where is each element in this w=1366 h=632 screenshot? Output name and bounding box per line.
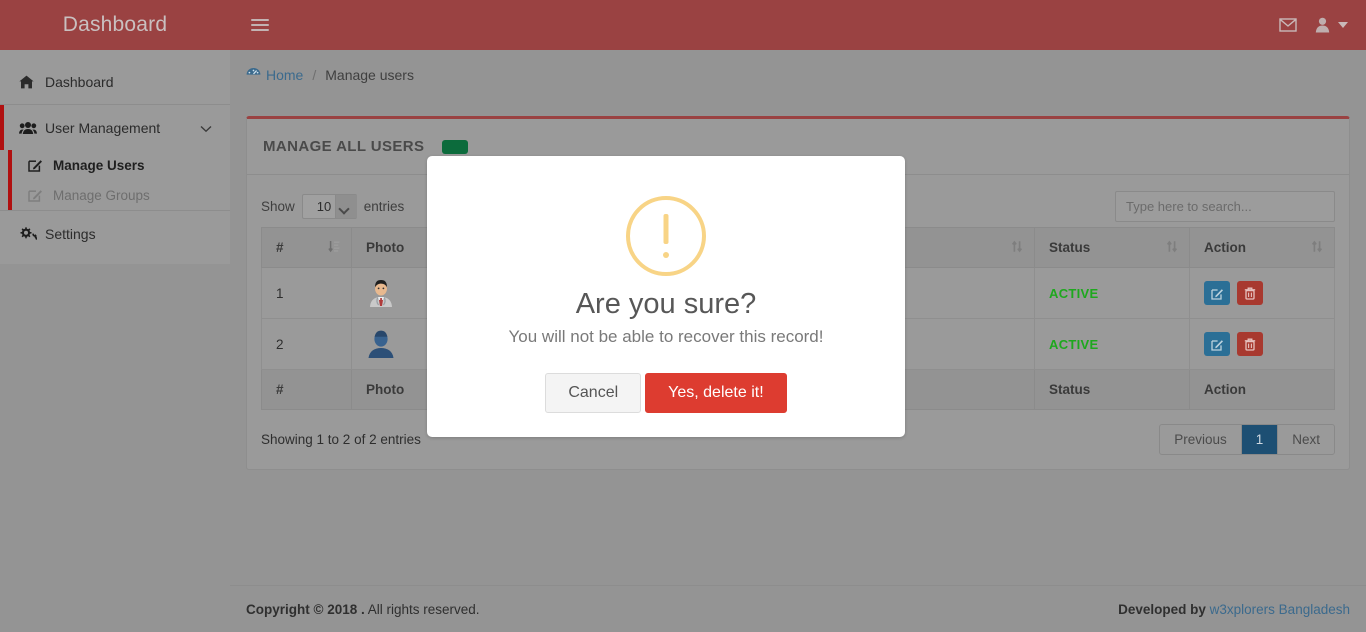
sidebar-submenu-user-management: Manage Users Manage Groups: [0, 150, 230, 210]
sidebar-item-user-management[interactable]: User Management: [0, 105, 230, 150]
entries-label: entries: [363, 198, 405, 214]
delete-button[interactable]: [1236, 332, 1263, 356]
pagination-next[interactable]: Next: [1278, 425, 1334, 454]
hamburger-icon[interactable]: [251, 16, 269, 34]
sidebar-item-label: User Management: [45, 119, 161, 136]
status-badge: ACTIVE: [1049, 336, 1099, 352]
column-header-id[interactable]: #: [261, 227, 352, 268]
pagination-page-1[interactable]: 1: [1241, 425, 1279, 454]
gears-icon: [19, 226, 45, 241]
sidebar-menu: Dashboard User Management Manage Users M…: [0, 50, 230, 264]
chevron-down-icon: [200, 120, 212, 136]
confirm-delete-modal: Are you sure? You will not be able to re…: [427, 156, 905, 437]
show-label: Show: [261, 198, 295, 214]
dashboard-icon: [246, 67, 261, 83]
footer-column-action: Action: [1189, 369, 1335, 410]
column-label: Status: [1049, 240, 1091, 255]
edit-button[interactable]: [1204, 332, 1230, 356]
edit-button[interactable]: [1204, 281, 1230, 305]
sidebar-item-label: Settings: [45, 225, 96, 242]
envelope-icon[interactable]: [1279, 18, 1297, 32]
page-length-select-wrap: 10: [301, 193, 357, 219]
cell-id: 2: [261, 318, 352, 370]
search-input[interactable]: [1115, 190, 1335, 222]
cell-status: ACTIVE: [1034, 267, 1190, 319]
breadcrumb-separator: /: [312, 67, 317, 83]
column-header-status[interactable]: Status: [1034, 227, 1190, 268]
sidebar-item-manage-users[interactable]: Manage Users: [0, 150, 230, 180]
breadcrumb-home-label: Home: [266, 67, 304, 83]
pagination: Previous 1 Next: [1159, 424, 1335, 455]
search-control: [1115, 190, 1335, 222]
page-title: MANAGE ALL USERS: [263, 138, 425, 155]
page-root: Dashboard Dashboard User Management Mana…: [0, 0, 1366, 632]
copyright: Copyright © 2018 . All rights reserved.: [246, 602, 480, 617]
brand-label: Dashboard: [62, 13, 168, 36]
modal-text: You will not be able to recover this rec…: [508, 327, 824, 346]
sidebar-item-settings[interactable]: Settings: [0, 211, 230, 256]
warning-icon: [626, 196, 706, 276]
cell-action: [1189, 267, 1335, 319]
status-badge: ACTIVE: [1049, 285, 1099, 301]
column-label: Action: [1204, 240, 1246, 255]
sidebar-item-label: Dashboard: [45, 73, 114, 90]
edit-icon: [1210, 338, 1224, 351]
breadcrumb-current: Manage users: [325, 67, 414, 83]
navbar-left: [230, 16, 1279, 34]
modal-actions: Cancel Yes, delete it!: [447, 373, 885, 413]
copyright-rest: All rights reserved.: [364, 601, 480, 617]
sidebar-subitem-label: Manage Users: [53, 157, 145, 173]
brand-logo[interactable]: Dashboard: [0, 0, 230, 50]
cell-id: 1: [261, 267, 352, 319]
sort-icon: [1311, 240, 1323, 256]
cancel-button[interactable]: Cancel: [545, 373, 642, 413]
top-navbar: Dashboard: [0, 0, 1366, 50]
breadcrumb: Home / Manage users: [230, 50, 1366, 100]
page-footer: Copyright © 2018 . All rights reserved. …: [230, 585, 1366, 632]
column-label: #: [276, 240, 284, 255]
caret-down-icon[interactable]: [1338, 22, 1348, 28]
entries-length-control: Show 10 entries: [261, 193, 405, 219]
footer-column-id: #: [261, 369, 352, 410]
sidebar-subitem-label: Manage Groups: [53, 187, 150, 203]
entries-info: Showing 1 to 2 of 2 entries: [261, 432, 421, 447]
users-icon: [19, 121, 45, 135]
breadcrumb-home-link[interactable]: Home: [246, 67, 303, 83]
developed-by-label: Developed by: [1118, 601, 1210, 617]
pagination-previous[interactable]: Previous: [1160, 425, 1242, 454]
developer-link[interactable]: w3xplorers Bangladesh: [1210, 602, 1350, 617]
edit-icon: [1210, 287, 1224, 300]
sidebar-item-dashboard[interactable]: Dashboard: [0, 59, 230, 104]
footer-column-status: Status: [1034, 369, 1190, 410]
sidebar-item-manage-groups[interactable]: Manage Groups: [0, 180, 230, 210]
sort-icon: [1011, 240, 1023, 256]
cell-status: ACTIVE: [1034, 318, 1190, 370]
sort-asc-icon: [328, 240, 340, 256]
developed-by: Developed by w3xplorers Bangladesh: [1118, 602, 1350, 617]
cell-action: [1189, 318, 1335, 370]
delete-button[interactable]: [1236, 281, 1263, 305]
home-icon: [19, 75, 45, 89]
sidebar: Dashboard User Management Manage Users M…: [0, 50, 230, 632]
edit-square-icon: [28, 158, 53, 172]
page-length-select[interactable]: 10: [301, 193, 357, 219]
add-user-button[interactable]: [442, 139, 469, 154]
column-header-action[interactable]: Action: [1189, 227, 1335, 268]
modal-title: Are you sure?: [575, 288, 757, 320]
column-label: Photo: [366, 240, 405, 255]
trash-icon: [1244, 287, 1256, 300]
confirm-delete-button[interactable]: Yes, delete it!: [645, 373, 787, 413]
trash-icon: [1244, 338, 1256, 351]
navbar-right: [1279, 17, 1366, 33]
edit-square-icon: [28, 188, 53, 202]
sort-icon: [1166, 240, 1178, 256]
user-icon[interactable]: [1315, 17, 1330, 33]
copyright-bold: Copyright © 2018 .: [246, 601, 365, 617]
